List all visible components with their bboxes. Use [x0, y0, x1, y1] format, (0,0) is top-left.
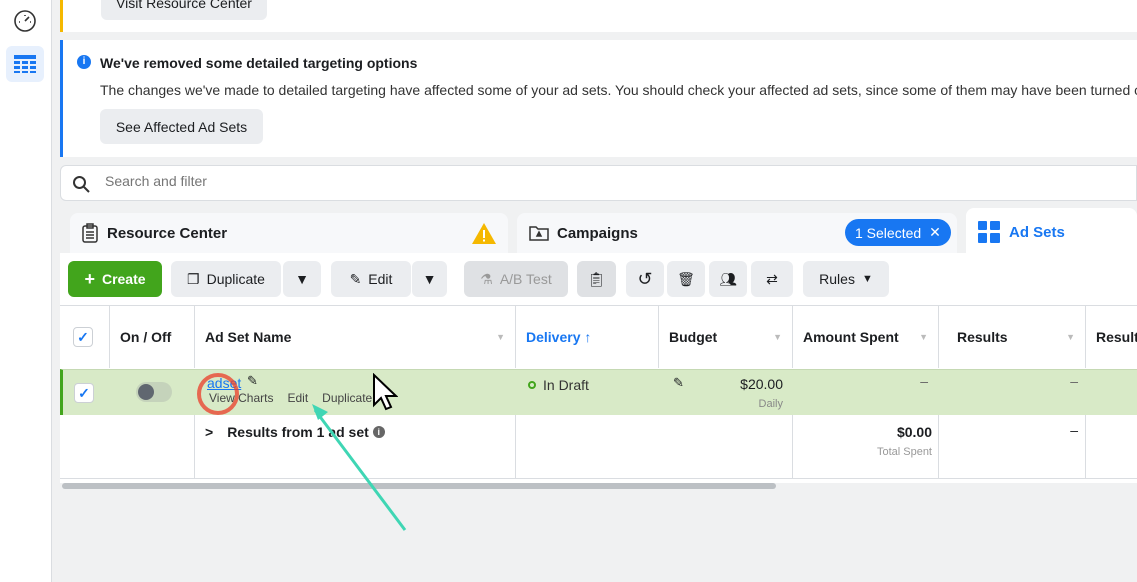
column-on-off[interactable]: On / Off: [110, 306, 195, 368]
budget-value: $20.00: [740, 376, 783, 392]
edit-label: Edit: [368, 271, 393, 287]
caret-down-icon: ▼: [422, 271, 437, 287]
column-ad-set-name[interactable]: Ad Set Name ▼: [195, 306, 516, 368]
results-value: –: [1070, 373, 1078, 389]
budget-type: Daily: [758, 398, 783, 410]
targeting-notice: i We've removed some detailed targeting …: [60, 40, 1137, 157]
badge-label: 1 Selected: [855, 224, 922, 241]
see-affected-ad-sets-button[interactable]: See Affected Ad Sets: [100, 109, 263, 144]
column-label: Ad Set Name: [205, 329, 292, 345]
view-charts-link[interactable]: View Charts: [209, 391, 273, 405]
create-label: Create: [101, 271, 146, 287]
pencil-icon[interactable]: ✎: [247, 373, 258, 389]
select-all-checkbox[interactable]: ✓: [73, 327, 93, 347]
mouse-cursor-icon: [373, 373, 398, 411]
summary-amount-spent: $0.00: [896, 424, 932, 440]
ad-sets-grid-icon: [978, 221, 1000, 243]
clipboard-icon: 📋︎: [587, 270, 606, 287]
delete-button[interactable]: 🗑︎: [667, 261, 705, 297]
trash-icon: 🗑︎: [677, 270, 695, 287]
table-row[interactable]: ✓ adset ✎ View Charts Edit Duplicate In …: [60, 369, 1137, 415]
duplicate-icon: ❐: [187, 270, 200, 287]
tab-label: Resource Center: [107, 224, 228, 242]
rules-button[interactable]: Rules ▼: [803, 261, 889, 297]
visit-resource-center-button[interactable]: Visit Resource Center: [101, 0, 267, 20]
summary-results: –: [1070, 422, 1078, 438]
delivery-label: In Draft: [543, 377, 589, 393]
edit-dropdown[interactable]: ▼: [412, 261, 447, 297]
amount-spent-value: –: [920, 373, 928, 389]
rules-label: Rules: [819, 271, 855, 287]
search-icon: [73, 176, 90, 193]
tab-campaigns[interactable]: Campaigns 1 Selected ✕: [517, 213, 957, 253]
notice-title: We've removed some detailed targeting op…: [100, 55, 418, 71]
delivery-status: In Draft: [528, 377, 589, 393]
dashboard-gauge-icon[interactable]: [6, 3, 44, 39]
chevron-right-icon: >: [205, 424, 214, 440]
annotation-arrow: [312, 404, 407, 531]
duplicate-dropdown[interactable]: ▼: [283, 261, 321, 297]
share-icon: ⇄: [766, 270, 778, 287]
undo-icon: ↺: [637, 268, 653, 289]
close-icon[interactable]: ✕: [929, 224, 941, 241]
folder-icon: [529, 226, 549, 241]
search-bar[interactable]: [60, 165, 1137, 201]
column-results[interactable]: Results ▼: [939, 306, 1086, 368]
column-amount-spent[interactable]: Amount Spent ▼: [793, 306, 939, 368]
selected-badge[interactable]: 1 Selected ✕: [845, 219, 951, 246]
column-label: Amount Spent: [803, 329, 899, 345]
edit-button[interactable]: ✎ Edit: [331, 261, 411, 297]
column-budget[interactable]: Budget ▼: [659, 306, 793, 368]
clipboard-button[interactable]: 📋︎: [577, 261, 616, 297]
row-checkbox[interactable]: ✓: [74, 383, 94, 403]
flask-icon: ⚗: [480, 270, 493, 287]
summary-amount-label: Total Spent: [876, 446, 932, 458]
plus-icon: +: [84, 268, 95, 289]
column-label: Delivery: [526, 329, 581, 345]
status-dot-icon: [528, 381, 536, 389]
column-delivery[interactable]: Delivery ↑: [516, 306, 659, 368]
column-result[interactable]: Result: [1086, 306, 1137, 368]
create-button[interactable]: + Create: [68, 261, 162, 297]
select-all-cell: ✓: [60, 306, 110, 368]
sidebar: [0, 0, 52, 582]
sort-up-icon: ↑: [584, 329, 592, 345]
pencil-icon: ✎: [349, 270, 362, 287]
caret-down-icon: ▼: [295, 271, 309, 287]
caret-down-icon: ▼: [861, 273, 873, 285]
info-icon: i: [77, 55, 91, 69]
ab-test-button[interactable]: ⚗ A/B Test: [464, 261, 568, 297]
tab-label: Campaigns: [557, 224, 638, 242]
resource-center-card: Visit Resource Center: [60, 0, 1137, 32]
notice-body: The changes we've made to detailed targe…: [100, 82, 1137, 98]
search-input[interactable]: [105, 173, 705, 189]
people-icon: 👥︎: [719, 270, 737, 287]
table-grid-icon[interactable]: [6, 46, 44, 82]
duplicate-label: Duplicate: [206, 271, 265, 287]
column-label: Results: [957, 329, 1008, 345]
caret-down-icon: ▼: [773, 332, 782, 342]
duplicate-button[interactable]: ❐ Duplicate: [171, 261, 281, 297]
column-label: Budget: [669, 329, 718, 345]
warning-icon: [472, 222, 496, 244]
tab-label: Ad Sets: [1009, 223, 1065, 241]
caret-down-icon: ▼: [1066, 332, 1075, 342]
ab-test-label: A/B Test: [499, 271, 552, 287]
caret-down-icon: ▼: [919, 332, 928, 342]
on-off-toggle[interactable]: [136, 382, 172, 402]
audience-button[interactable]: 👥︎: [709, 261, 747, 297]
undo-button[interactable]: ↺: [626, 261, 664, 297]
tab-resource-center[interactable]: Resource Center: [70, 213, 508, 253]
caret-down-icon: ▼: [496, 332, 505, 342]
clipboard-icon: [82, 223, 98, 243]
share-button[interactable]: ⇄: [751, 261, 793, 297]
tab-ad-sets[interactable]: Ad Sets: [966, 208, 1137, 256]
